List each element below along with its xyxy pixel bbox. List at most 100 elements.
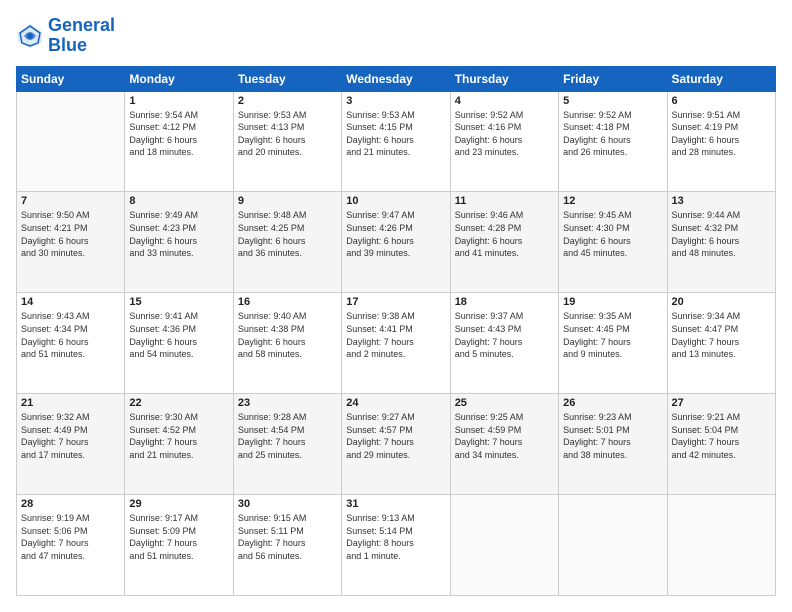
cell-info: Sunrise: 9:51 AM Sunset: 4:19 PM Dayligh… — [672, 109, 771, 159]
day-number: 24 — [346, 397, 445, 409]
day-number: 16 — [238, 296, 337, 308]
calendar-cell: 22 Sunrise: 9:30 AM Sunset: 4:52 PM Dayli… — [125, 394, 233, 495]
calendar-cell: 16Sunrise: 9:40 AM Sunset: 4:38 PM Dayli… — [233, 293, 341, 394]
day-number: 3 — [346, 95, 445, 107]
logo-text: General Blue — [48, 16, 115, 56]
day-number: 25 — [455, 397, 554, 409]
day-number: 7 — [21, 195, 120, 207]
calendar-cell: 26Sunrise: 9:23 AM Sunset: 5:01 PM Dayli… — [559, 394, 667, 495]
weekday-header-wednesday: Wednesday — [342, 66, 450, 91]
logo: General Blue — [16, 16, 115, 56]
calendar-cell: 1Sunrise: 9:54 AM Sunset: 4:12 PM Daylig… — [125, 91, 233, 192]
calendar-cell: 20 Sunrise: 9:34 AM Sunset: 4:47 PM Dayli… — [667, 293, 775, 394]
weekday-header-row: SundayMondayTuesdayWednesdayThursdayFrid… — [17, 66, 776, 91]
calendar-cell: 30 Sunrise: 9:15 AM Sunset: 5:11 PM Dayli… — [233, 495, 341, 596]
calendar-cell: 9 Sunrise: 9:48 AM Sunset: 4:25 PM Daylig… — [233, 192, 341, 293]
calendar-cell: 5 Sunrise: 9:52 AM Sunset: 4:18 PM Daylig… — [559, 91, 667, 192]
cell-info: Sunrise: 9:52 AM Sunset: 4:18 PM Dayligh… — [563, 109, 662, 159]
cell-info: Sunrise: 9:21 AM Sunset: 5:04 PM Dayligh… — [672, 411, 771, 461]
cell-info: Sunrise: 9:53 AM Sunset: 4:13 PM Dayligh… — [238, 109, 337, 159]
cell-info: Sunrise: 9:41 AM Sunset: 4:36 PM Dayligh… — [129, 310, 228, 360]
day-number: 13 — [672, 195, 771, 207]
cell-info: Sunrise: 9:23 AM Sunset: 5:01 PM Dayligh… — [563, 411, 662, 461]
weekday-header-tuesday: Tuesday — [233, 66, 341, 91]
day-number: 15 — [129, 296, 228, 308]
calendar-cell: 10Sunrise: 9:47 AM Sunset: 4:26 PM Dayli… — [342, 192, 450, 293]
calendar-cell: 24 Sunrise: 9:27 AM Sunset: 4:57 PM Dayli… — [342, 394, 450, 495]
day-number: 10 — [346, 195, 445, 207]
day-number: 21 — [21, 397, 120, 409]
cell-info: Sunrise: 9:48 AM Sunset: 4:25 PM Dayligh… — [238, 209, 337, 259]
calendar-cell: 14 Sunrise: 9:43 AM Sunset: 4:34 PM Dayli… — [17, 293, 125, 394]
cell-info: Sunrise: 9:30 AM Sunset: 4:52 PM Dayligh… — [129, 411, 228, 461]
day-number: 4 — [455, 95, 554, 107]
cell-info: Sunrise: 9:53 AM Sunset: 4:15 PM Dayligh… — [346, 109, 445, 159]
cell-info: Sunrise: 9:19 AM Sunset: 5:06 PM Dayligh… — [21, 512, 120, 562]
cell-info: Sunrise: 9:34 AM Sunset: 4:47 PM Dayligh… — [672, 310, 771, 360]
day-number: 31 — [346, 498, 445, 510]
calendar-cell: 2 Sunrise: 9:53 AM Sunset: 4:13 PM Daylig… — [233, 91, 341, 192]
cell-info: Sunrise: 9:44 AM Sunset: 4:32 PM Dayligh… — [672, 209, 771, 259]
cell-info: Sunrise: 9:15 AM Sunset: 5:11 PM Dayligh… — [238, 512, 337, 562]
calendar-cell: 31 Sunrise: 9:13 AM Sunset: 5:14 PM Dayli… — [342, 495, 450, 596]
calendar-cell: 11 Sunrise: 9:46 AM Sunset: 4:28 PM Dayli… — [450, 192, 558, 293]
day-number: 2 — [238, 95, 337, 107]
day-number: 30 — [238, 498, 337, 510]
cell-info: Sunrise: 9:17 AM Sunset: 5:09 PM Dayligh… — [129, 512, 228, 562]
day-number: 8 — [129, 195, 228, 207]
cell-info: Sunrise: 9:32 AM Sunset: 4:49 PM Dayligh… — [21, 411, 120, 461]
calendar-cell — [450, 495, 558, 596]
day-number: 28 — [21, 498, 120, 510]
week-row-4: 28 Sunrise: 9:19 AM Sunset: 5:06 PM Dayli… — [17, 495, 776, 596]
day-number: 17 — [346, 296, 445, 308]
cell-info: Sunrise: 9:27 AM Sunset: 4:57 PM Dayligh… — [346, 411, 445, 461]
cell-info: Sunrise: 9:37 AM Sunset: 4:43 PM Dayligh… — [455, 310, 554, 360]
cell-info: Sunrise: 9:35 AM Sunset: 4:45 PM Dayligh… — [563, 310, 662, 360]
cell-info: Sunrise: 9:43 AM Sunset: 4:34 PM Dayligh… — [21, 310, 120, 360]
week-row-1: 7 Sunrise: 9:50 AM Sunset: 4:21 PM Daylig… — [17, 192, 776, 293]
week-row-3: 21 Sunrise: 9:32 AM Sunset: 4:49 PM Dayli… — [17, 394, 776, 495]
calendar-cell — [667, 495, 775, 596]
calendar-cell: 18 Sunrise: 9:37 AM Sunset: 4:43 PM Dayli… — [450, 293, 558, 394]
calendar-cell: 25 Sunrise: 9:25 AM Sunset: 4:59 PM Dayli… — [450, 394, 558, 495]
cell-info: Sunrise: 9:25 AM Sunset: 4:59 PM Dayligh… — [455, 411, 554, 461]
calendar-cell: 17 Sunrise: 9:38 AM Sunset: 4:41 PM Dayli… — [342, 293, 450, 394]
day-number: 5 — [563, 95, 662, 107]
cell-info: Sunrise: 9:13 AM Sunset: 5:14 PM Dayligh… — [346, 512, 445, 562]
cell-info: Sunrise: 9:46 AM Sunset: 4:28 PM Dayligh… — [455, 209, 554, 259]
day-number: 9 — [238, 195, 337, 207]
cell-info: Sunrise: 9:38 AM Sunset: 4:41 PM Dayligh… — [346, 310, 445, 360]
day-number: 12 — [563, 195, 662, 207]
weekday-header-friday: Friday — [559, 66, 667, 91]
page: General Blue SundayMondayTuesdayWednesda… — [0, 0, 792, 612]
day-number: 20 — [672, 296, 771, 308]
calendar-cell — [17, 91, 125, 192]
cell-info: Sunrise: 9:50 AM Sunset: 4:21 PM Dayligh… — [21, 209, 120, 259]
weekday-header-saturday: Saturday — [667, 66, 775, 91]
weekday-header-thursday: Thursday — [450, 66, 558, 91]
week-row-0: 1Sunrise: 9:54 AM Sunset: 4:12 PM Daylig… — [17, 91, 776, 192]
cell-info: Sunrise: 9:49 AM Sunset: 4:23 PM Dayligh… — [129, 209, 228, 259]
weekday-header-sunday: Sunday — [17, 66, 125, 91]
day-number: 6 — [672, 95, 771, 107]
calendar-cell: 27 Sunrise: 9:21 AM Sunset: 5:04 PM Dayli… — [667, 394, 775, 495]
day-number: 11 — [455, 195, 554, 207]
calendar-cell: 4Sunrise: 9:52 AM Sunset: 4:16 PM Daylig… — [450, 91, 558, 192]
day-number: 18 — [455, 296, 554, 308]
calendar-table: SundayMondayTuesdayWednesdayThursdayFrid… — [16, 66, 776, 596]
calendar-cell: 8 Sunrise: 9:49 AM Sunset: 4:23 PM Daylig… — [125, 192, 233, 293]
day-number: 14 — [21, 296, 120, 308]
day-number: 27 — [672, 397, 771, 409]
day-number: 29 — [129, 498, 228, 510]
day-number: 22 — [129, 397, 228, 409]
calendar-cell: 12 Sunrise: 9:45 AM Sunset: 4:30 PM Dayli… — [559, 192, 667, 293]
calendar-cell: 28 Sunrise: 9:19 AM Sunset: 5:06 PM Dayli… — [17, 495, 125, 596]
calendar-cell: 29 Sunrise: 9:17 AM Sunset: 5:09 PM Dayli… — [125, 495, 233, 596]
calendar-cell: 21 Sunrise: 9:32 AM Sunset: 4:49 PM Dayli… — [17, 394, 125, 495]
weekday-header-monday: Monday — [125, 66, 233, 91]
logo-icon — [16, 22, 44, 50]
cell-info: Sunrise: 9:45 AM Sunset: 4:30 PM Dayligh… — [563, 209, 662, 259]
calendar-cell — [559, 495, 667, 596]
header: General Blue — [16, 16, 776, 56]
calendar-cell: 7 Sunrise: 9:50 AM Sunset: 4:21 PM Daylig… — [17, 192, 125, 293]
